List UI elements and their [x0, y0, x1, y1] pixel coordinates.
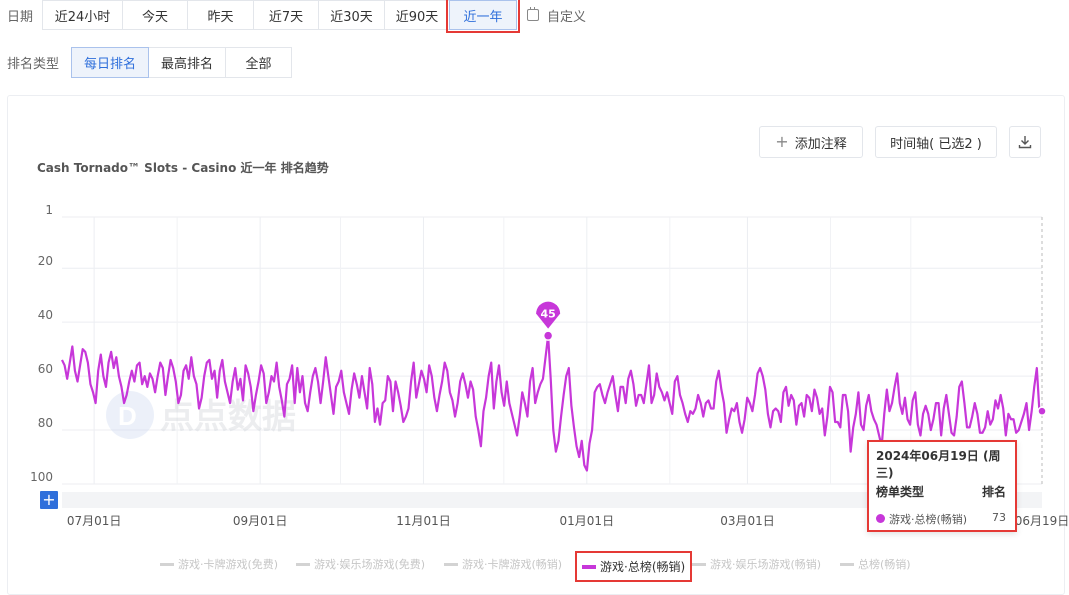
y-tick-label: 1 [45, 203, 53, 217]
y-axis-ticks: 1 20 40 60 80 100 [30, 203, 53, 484]
legend-item[interactable]: 总榜(畅销) [840, 556, 911, 572]
legend-item[interactable]: 游戏·卡牌游戏(免费) [160, 556, 278, 572]
zoom-control: + [40, 490, 58, 509]
legend-label: 游戏·娱乐场游戏(免费) [314, 558, 426, 571]
annotation-label: 45 [540, 308, 555, 321]
zoom-plus-icon: + [42, 490, 55, 509]
y-tick-label: 40 [38, 308, 53, 322]
rank-option-daily[interactable]: 每日排名 [71, 47, 150, 78]
legend-swatch [160, 562, 174, 566]
x-tick-label: 03月01日 [720, 514, 775, 528]
annotation-marker: 45 [536, 301, 561, 341]
legend-item[interactable]: 游戏·总榜(畅销) [574, 551, 693, 582]
y-tick-label: 60 [38, 362, 53, 376]
legend-swatch [444, 562, 458, 566]
tooltip-col-type: 榜单类型 [876, 485, 925, 499]
tooltip-series-dot [876, 514, 885, 523]
legend-label: 总榜(畅销) [858, 558, 911, 571]
legend-label: 游戏·卡牌游戏(畅销) [462, 558, 563, 571]
legend-item[interactable]: 游戏·娱乐场游戏(畅销) [692, 556, 821, 572]
legend-swatch [296, 562, 310, 566]
tooltip-date: 2024年06月19日 (周三) [876, 449, 1001, 480]
x-tick-label: 06月19日 [1015, 514, 1069, 528]
legend-label: 游戏·卡牌游戏(免费) [178, 558, 279, 571]
y-tick-label: 80 [38, 416, 53, 430]
legend-item[interactable]: 游戏·娱乐场游戏(免费) [296, 556, 425, 572]
legend-label: 游戏·娱乐场游戏(畅销) [710, 558, 822, 571]
legend-swatch [692, 562, 706, 566]
svg-text:D: D [118, 401, 137, 431]
watermark-text: 点点数据 [160, 397, 296, 437]
legend-item[interactable]: 游戏·卡牌游戏(畅销) [444, 556, 562, 572]
date-option-1y[interactable]: 近一年 [446, 0, 521, 33]
x-tick-label: 09月01日 [233, 514, 288, 528]
legend-swatch [582, 564, 596, 569]
x-tick-label: 07月01日 [67, 514, 122, 528]
y-tick-label: 100 [30, 470, 53, 484]
x-tick-label: 11月01日 [396, 514, 451, 528]
tooltip-col-rank: 排名 [981, 485, 1006, 499]
hover-point [1037, 406, 1047, 416]
chart-legend: 游戏·卡牌游戏(免费) 游戏·娱乐场游戏(免费) 游戏·卡牌游戏(畅销) 游戏·总榜(… [0, 551, 1069, 582]
x-tick-label: 01月01日 [560, 514, 615, 528]
annotation-point [542, 330, 554, 341]
tooltip-series-name: 游戏·总榜(畅销) [889, 513, 968, 526]
legend-label: 游戏·总榜(畅销) [600, 560, 686, 574]
tooltip-value: 73 [992, 511, 1006, 524]
y-tick-label: 20 [38, 254, 53, 268]
hover-tooltip: 2024年06月19日 (周三) 榜单类型 排名 游戏·总榜(畅销) 73 [867, 440, 1017, 532]
legend-swatch [840, 562, 854, 566]
